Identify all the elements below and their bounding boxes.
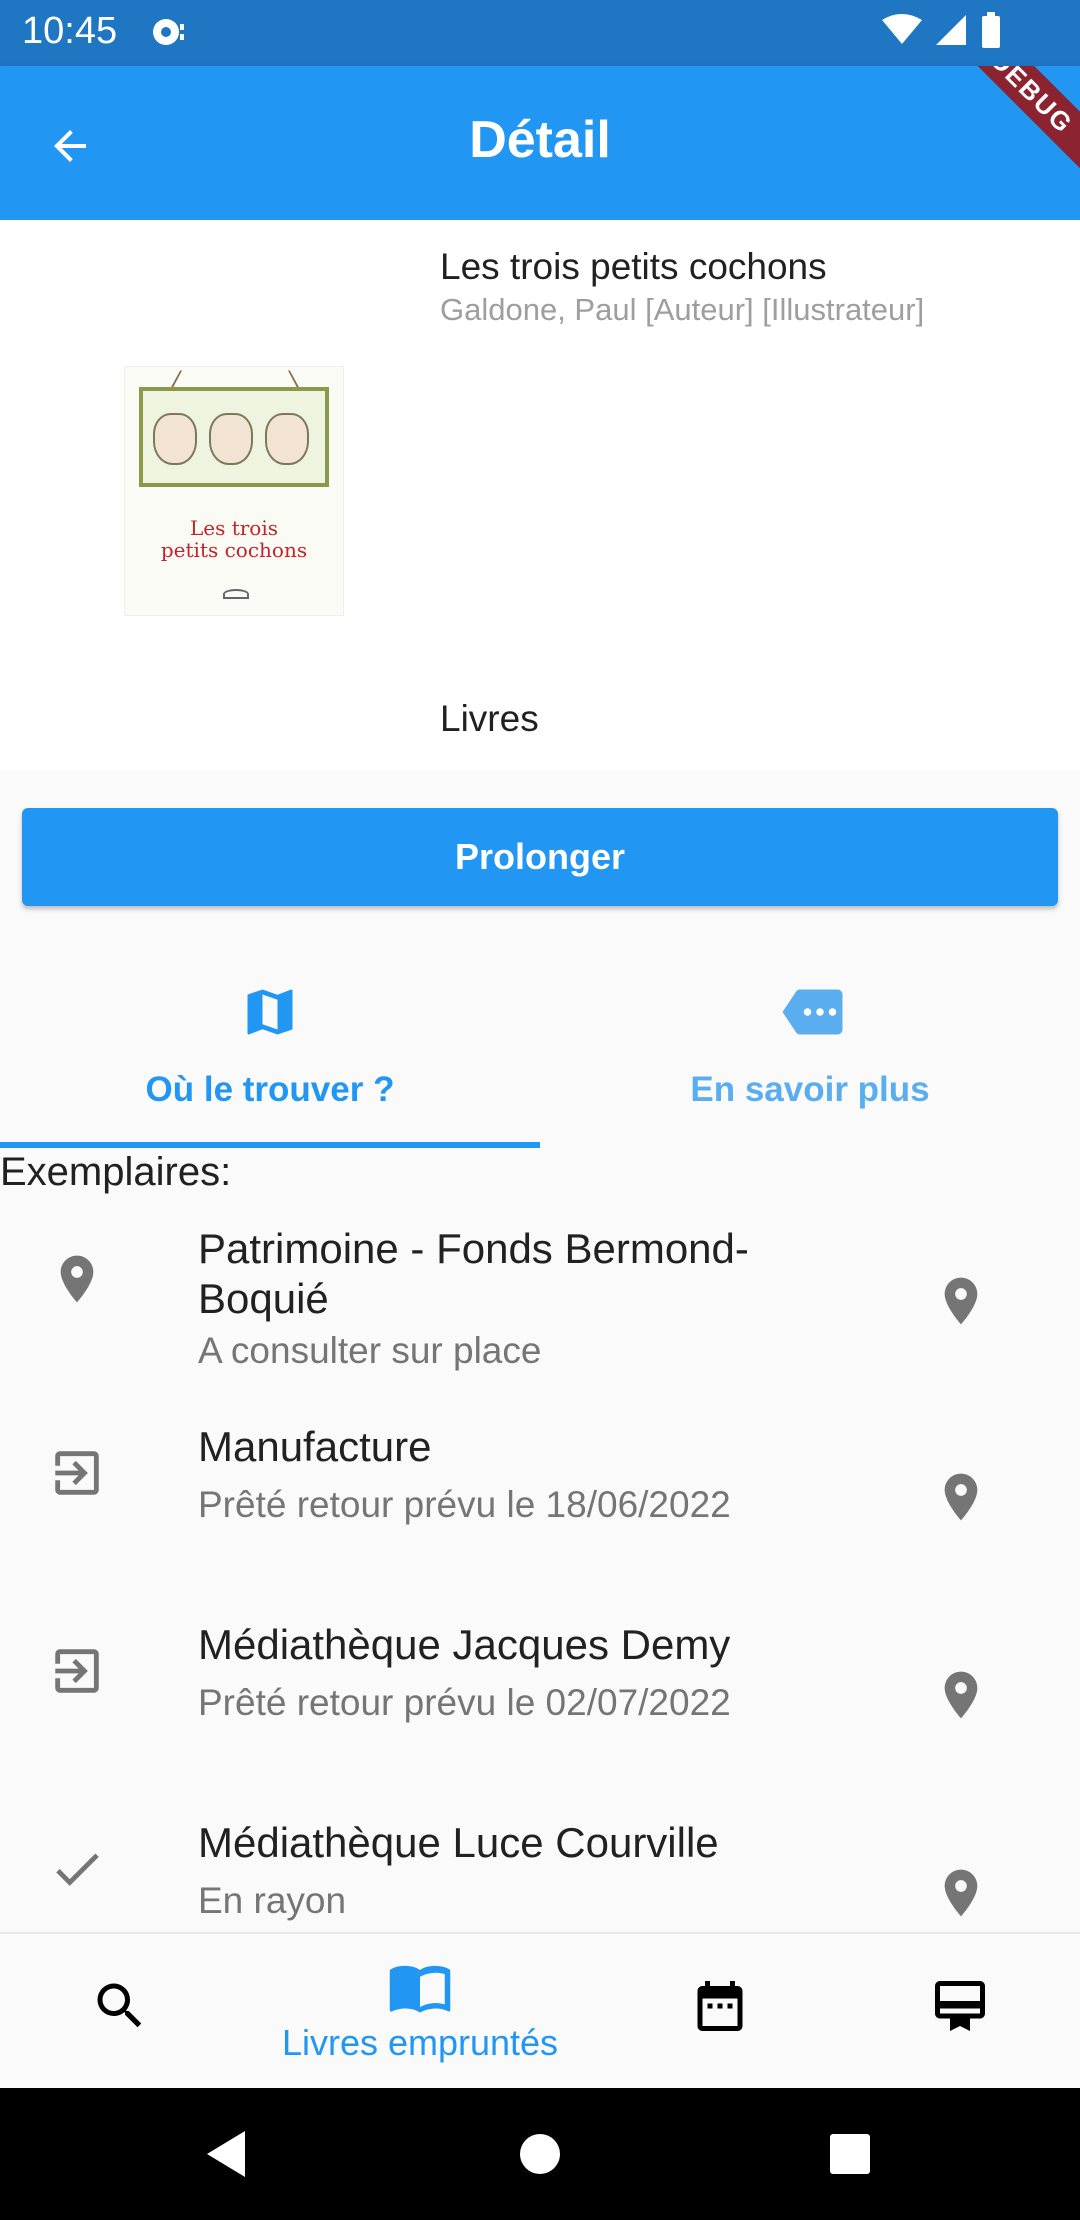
calendar-icon	[697, 1981, 743, 2031]
system-navigation-bar	[0, 2088, 1080, 2220]
system-recents-button[interactable]	[820, 2124, 880, 2184]
nav-item-membership-card[interactable]	[900, 1934, 1020, 2090]
location-pin-icon	[944, 1473, 978, 1521]
app-bar: Détail DEBUG	[0, 66, 1080, 220]
copies-list[interactable]: Patrimoine - Fonds Bermond-Boquié A cons…	[0, 1200, 1080, 1932]
battery-icon	[980, 12, 1002, 53]
list-item[interactable]: Patrimoine - Fonds Bermond-Boquié A cons…	[0, 1200, 1080, 1398]
prolonger-button[interactable]: Prolonger	[22, 808, 1058, 906]
more-label-icon	[782, 989, 843, 1035]
copy-location: Manufacture	[198, 1423, 432, 1470]
circle-home-icon	[520, 2134, 560, 2174]
tab-ou-le-trouver[interactable]: Où le trouver ?	[0, 940, 540, 1148]
cover-title: Les trois petits cochons	[160, 516, 308, 562]
search-icon	[97, 1983, 142, 2028]
page-title: Détail	[469, 111, 611, 169]
exit-to-app-icon	[55, 1451, 99, 1495]
copy-location: Médiathèque Luce Courville	[198, 1819, 719, 1866]
wifi-icon	[882, 14, 922, 51]
copy-location: Patrimoine - Fonds Bermond-Boquié	[198, 1225, 749, 1322]
locate-button[interactable]	[928, 1464, 994, 1530]
tab-en-savoir-plus[interactable]: En savoir plus	[540, 940, 1080, 1148]
nav-label: Livres empruntés	[281, 2022, 559, 2063]
book-type: Livres	[440, 698, 539, 739]
notification-icon	[150, 14, 190, 55]
tab-bar: Où le trouver ? En savoir plus	[0, 940, 1080, 1148]
list-item[interactable]: Médiathèque Luce Courville En rayon	[0, 1794, 1080, 1932]
copy-status: En rayon	[198, 1880, 347, 1921]
map-icon	[247, 989, 293, 1035]
tab-indicator	[0, 1142, 540, 1148]
status-time: 10:45	[22, 10, 118, 52]
copy-status: Prêté retour prévu le 18/06/2022	[198, 1484, 731, 1525]
locate-button[interactable]	[928, 1268, 994, 1334]
locate-button[interactable]	[928, 1860, 994, 1926]
check-icon	[56, 1853, 99, 1886]
location-pin-icon	[944, 1277, 978, 1325]
book-card: Les trois petits cochons Les trois petit…	[0, 220, 1080, 770]
system-home-button[interactable]	[510, 2124, 570, 2184]
bottom-navigation: Livres empruntés	[0, 1932, 1080, 2088]
nav-item-calendar[interactable]	[660, 1934, 780, 2090]
nav-item-livres-empruntes[interactable]: Livres empruntés	[240, 1934, 600, 2090]
location-pin-icon	[944, 1869, 978, 1917]
location-pin-icon	[944, 1671, 978, 1719]
tab-label: Où le trouver ?	[145, 1070, 395, 1109]
system-back-button[interactable]	[196, 2124, 256, 2184]
copies-section-label: Exemplaires:	[0, 1150, 232, 1194]
book-cover-image: Les trois petits cochons	[124, 366, 344, 616]
cover-illustration	[139, 387, 329, 487]
copy-status: A consulter sur place	[198, 1330, 542, 1371]
signal-icon	[934, 13, 968, 52]
triangle-back-icon	[207, 2131, 245, 2177]
location-pin-icon	[60, 1255, 94, 1303]
book-author: Galdone, Paul [Auteur] [Illustrateur]	[440, 292, 925, 327]
locate-button[interactable]	[928, 1662, 994, 1728]
list-item[interactable]: Manufacture Prêté retour prévu le 18/06/…	[0, 1398, 1080, 1596]
copy-location: Médiathèque Jacques Demy	[198, 1621, 731, 1668]
nav-item-search[interactable]	[60, 1934, 180, 2090]
tab-label: En savoir plus	[690, 1070, 930, 1109]
list-item[interactable]: Médiathèque Jacques Demy Prêté retour pr…	[0, 1596, 1080, 1794]
copy-status: Prêté retour prévu le 02/07/2022	[198, 1682, 731, 1723]
status-bar: 10:45	[0, 0, 1080, 66]
publisher-logo	[223, 589, 249, 599]
exit-to-app-icon	[55, 1649, 99, 1693]
book-title: Les trois petits cochons	[440, 246, 827, 287]
open-book-icon	[389, 1965, 451, 2013]
square-recents-icon	[830, 2134, 870, 2174]
card-membership-icon	[935, 1981, 985, 2031]
